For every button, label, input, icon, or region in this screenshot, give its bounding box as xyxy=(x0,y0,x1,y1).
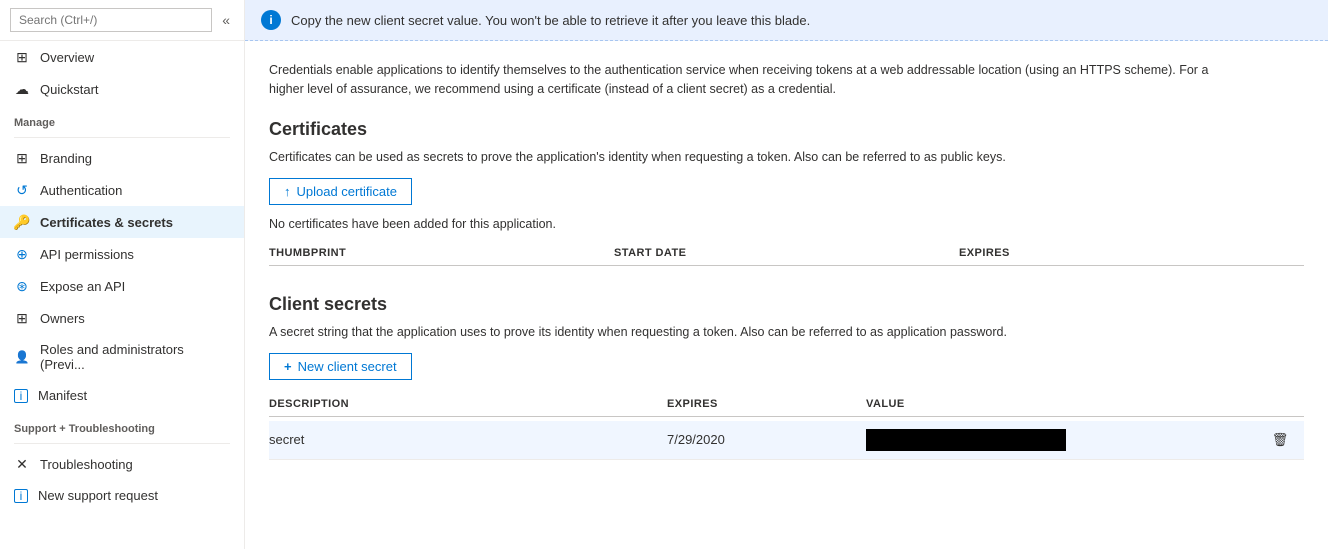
info-banner: i Copy the new client secret value. You … xyxy=(245,0,1328,41)
delete-secret-icon[interactable]: 🗑 xyxy=(1264,432,1304,448)
search-input[interactable] xyxy=(10,8,212,32)
certs-header-row: Thumbprint Start Date Expires xyxy=(269,241,1304,266)
secret-description: secret xyxy=(269,432,667,447)
client-secrets-title: Client secrets xyxy=(269,294,1304,315)
overview-icon: ⊞ xyxy=(14,49,30,65)
sidebar: « ⊞ Overview ☁ Quickstart Manage ⊞ Brand… xyxy=(0,0,245,549)
troubleshooting-icon: ✕ xyxy=(14,456,30,472)
intro-text: Credentials enable applications to ident… xyxy=(269,61,1229,99)
api-permissions-icon: ⊕ xyxy=(14,246,30,262)
authentication-icon: ↺ xyxy=(14,182,30,198)
sidebar-item-manifest[interactable]: i Manifest xyxy=(0,380,244,411)
roles-icon: 👤 xyxy=(14,349,30,365)
branding-icon: ⊞ xyxy=(14,150,30,166)
main-content: i Copy the new client secret value. You … xyxy=(245,0,1328,549)
manage-section-label: Manage xyxy=(0,105,244,133)
manage-divider xyxy=(14,137,230,138)
manifest-icon: i xyxy=(14,389,28,403)
owners-icon: ⊞ xyxy=(14,310,30,326)
secrets-col-expires: Expires xyxy=(667,398,866,410)
sidebar-item-quickstart[interactable]: ☁ Quickstart xyxy=(0,73,244,105)
new-secret-plus-icon: + xyxy=(284,359,292,374)
collapse-icon[interactable]: « xyxy=(218,8,234,32)
client-secrets-desc: A secret string that the application use… xyxy=(269,325,1304,339)
sidebar-item-new-support[interactable]: i New support request xyxy=(0,480,244,511)
new-secret-label: New client secret xyxy=(298,359,397,374)
sidebar-item-branding[interactable]: ⊞ Branding xyxy=(0,142,244,174)
upload-certificate-label: Upload certificate xyxy=(297,184,397,199)
secret-value-cell xyxy=(866,429,1264,451)
sidebar-item-api-permissions[interactable]: ⊕ API permissions xyxy=(0,238,244,270)
sidebar-item-overview[interactable]: ⊞ Overview xyxy=(0,41,244,73)
client-secrets-section: Client secrets A secret string that the … xyxy=(269,294,1304,460)
secret-value-box xyxy=(866,429,1066,451)
secret-expires: 7/29/2020 xyxy=(667,432,866,447)
sidebar-item-expose-api[interactable]: ⊛ Expose an API xyxy=(0,270,244,302)
expose-api-icon: ⊛ xyxy=(14,278,30,294)
info-icon: i xyxy=(261,10,281,30)
secrets-col-value: Value xyxy=(866,398,1264,410)
support-divider xyxy=(14,443,230,444)
certificates-table: Thumbprint Start Date Expires xyxy=(269,241,1304,266)
secret-row-0: secret 7/29/2020 🗑 xyxy=(269,421,1304,460)
support-section-label: Support + Troubleshooting xyxy=(0,411,244,439)
new-support-icon: i xyxy=(14,489,28,503)
no-certs-text: No certificates have been added for this… xyxy=(269,217,1304,231)
secrets-col-actions xyxy=(1264,398,1304,410)
certificates-desc: Certificates can be used as secrets to p… xyxy=(269,150,1304,164)
upload-icon: ↑ xyxy=(284,184,291,199)
content-area: Credentials enable applications to ident… xyxy=(245,41,1328,480)
sidebar-search-container: « xyxy=(0,0,244,41)
sidebar-item-troubleshooting[interactable]: ✕ Troubleshooting xyxy=(0,448,244,480)
sidebar-item-owners[interactable]: ⊞ Owners xyxy=(0,302,244,334)
quickstart-icon: ☁ xyxy=(14,81,30,97)
upload-certificate-button[interactable]: ↑ Upload certificate xyxy=(269,178,412,205)
certificates-icon: 🔑 xyxy=(14,214,30,230)
sidebar-item-certificates-secrets[interactable]: 🔑 Certificates & secrets xyxy=(0,206,244,238)
secrets-col-description: Description xyxy=(269,398,667,410)
secrets-header-row: Description Expires Value xyxy=(269,392,1304,417)
new-client-secret-button[interactable]: + New client secret xyxy=(269,353,412,380)
certs-col-startdate: Start Date xyxy=(614,247,959,259)
certs-col-thumbprint: Thumbprint xyxy=(269,247,614,259)
secrets-table: Description Expires Value secret 7/29/20… xyxy=(269,392,1304,460)
banner-text: Copy the new client secret value. You wo… xyxy=(291,13,810,28)
certificates-section-title: Certificates xyxy=(269,119,1304,140)
sidebar-item-authentication[interactable]: ↺ Authentication xyxy=(0,174,244,206)
sidebar-item-roles-admins[interactable]: 👤 Roles and administrators (Previ... xyxy=(0,334,244,380)
certs-col-expires: Expires xyxy=(959,247,1304,259)
